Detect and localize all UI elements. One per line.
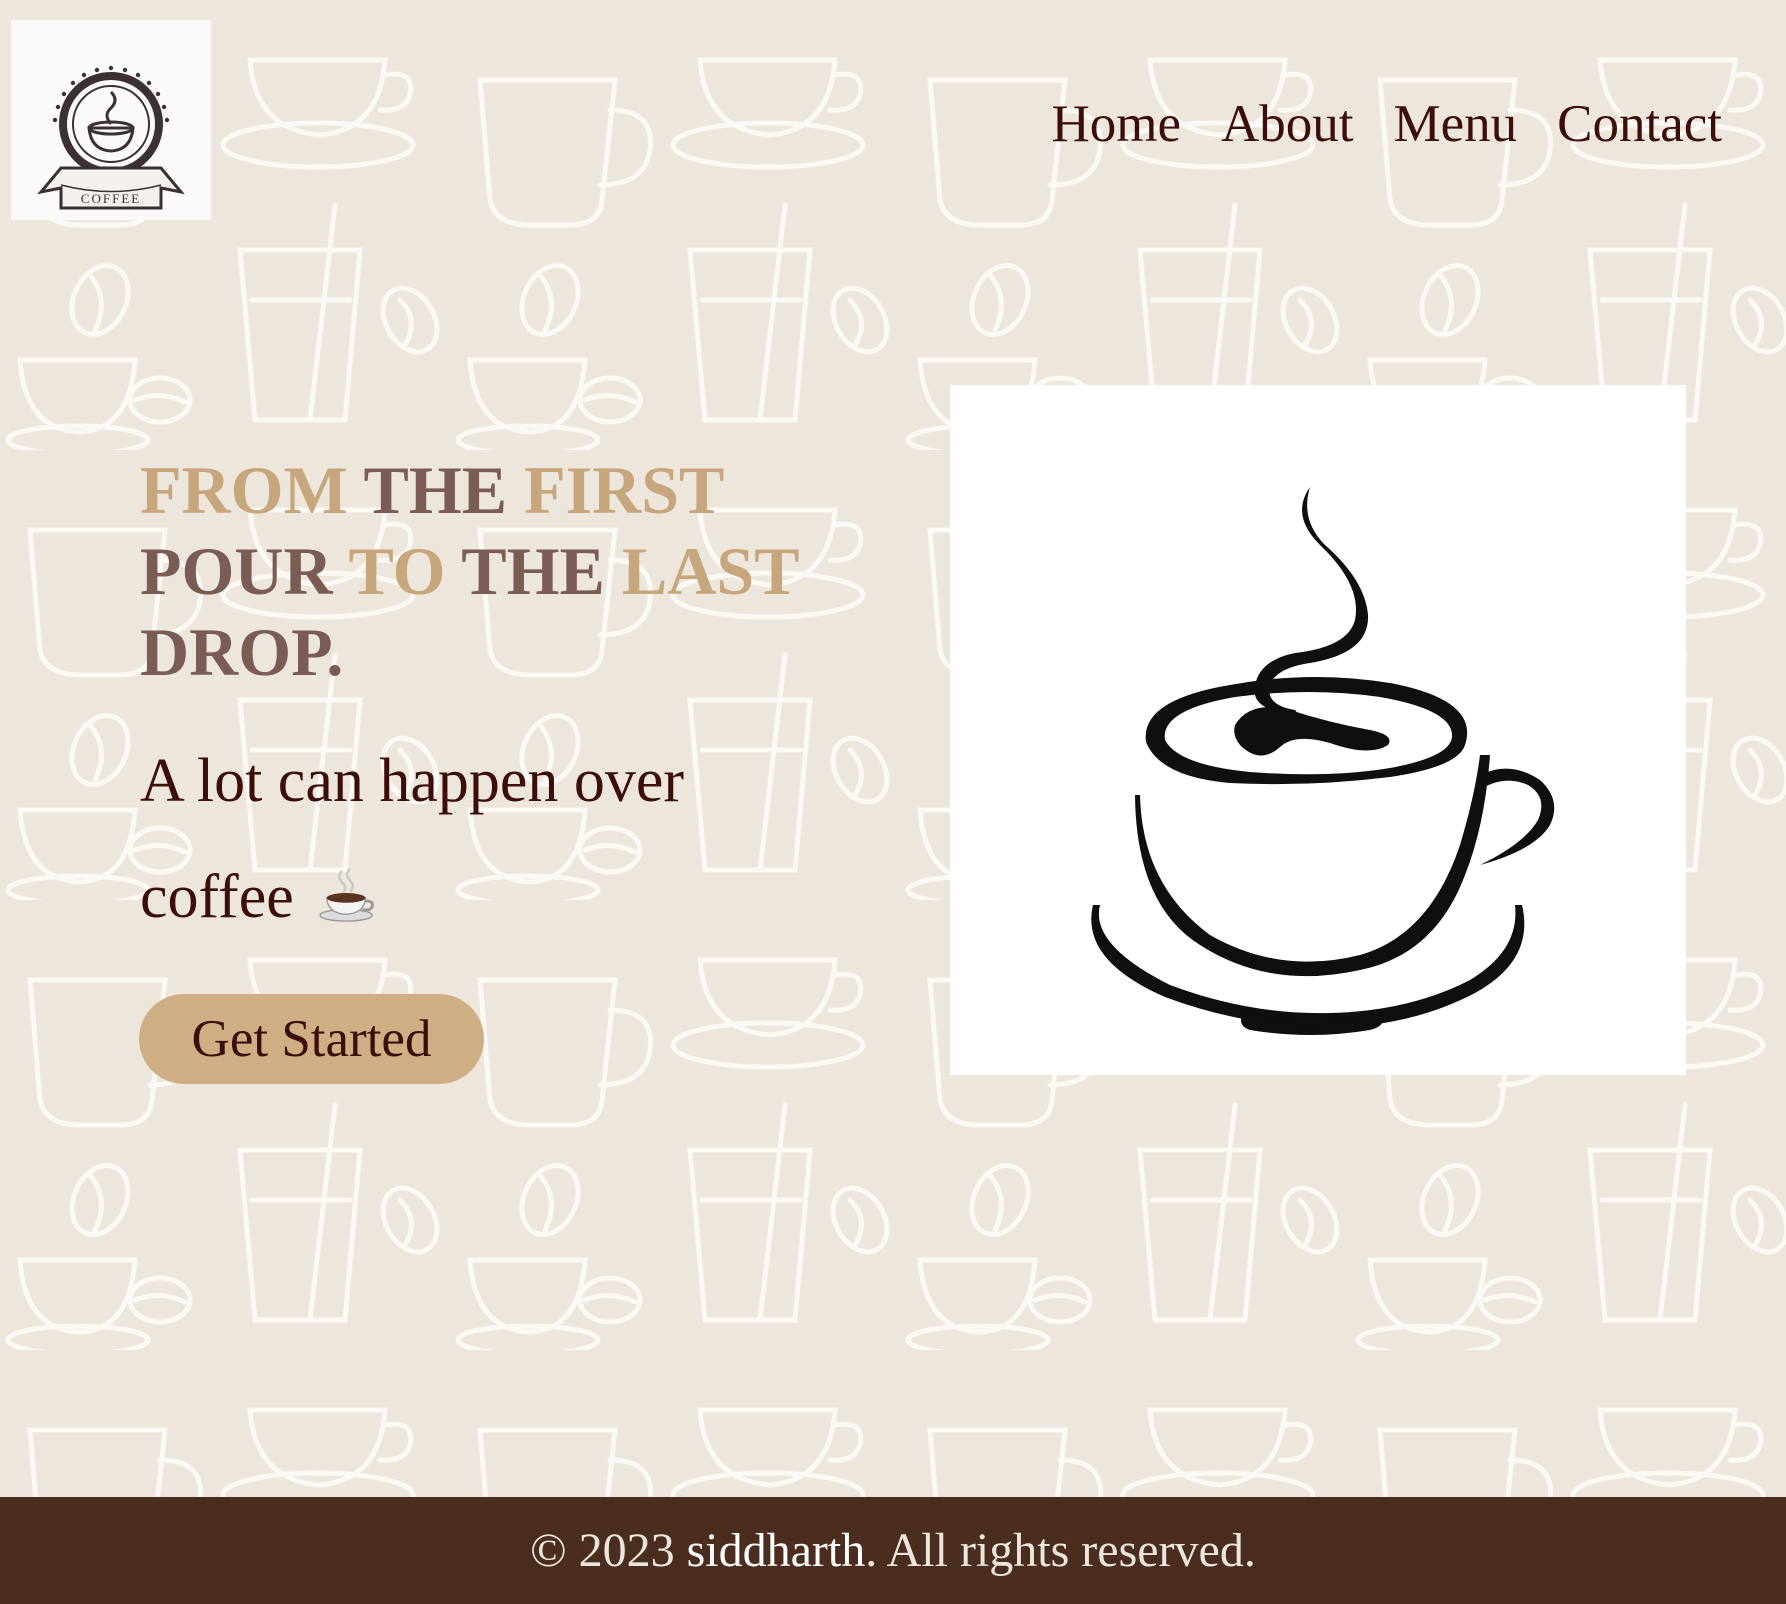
coffee-badge-logo-icon: COFFEE — [37, 65, 185, 210]
page-body: COFFEE Home About Menu Contact FROM THE … — [0, 0, 1786, 1497]
hero-headline: FROM THE FIRST POUR TO THE LAST DROP. — [140, 450, 900, 693]
get-started-button[interactable]: Get Started — [139, 994, 484, 1084]
nav-link-menu[interactable]: Menu — [1393, 92, 1517, 156]
svg-text:COFFEE: COFFEE — [81, 191, 141, 206]
hero-section: FROM THE FIRST POUR TO THE LAST DROP. A … — [140, 450, 900, 955]
headline-word: LAST — [621, 533, 800, 609]
hot-beverage-icon — [319, 868, 375, 922]
headline-word: FROM — [140, 452, 348, 528]
nav-link-home[interactable]: Home — [1051, 92, 1181, 156]
tagline-text: A lot can happen over coffee — [140, 747, 685, 931]
headline-word: TO — [348, 533, 446, 609]
coffee-cup-icon — [1091, 487, 1555, 1035]
copyright-suffix: . All rights reserved. — [865, 1524, 1256, 1577]
headline-word: FIRST — [524, 452, 725, 528]
hero-illustration — [950, 385, 1686, 1075]
headline-word: THE — [363, 452, 508, 528]
headline-word: POUR — [140, 533, 333, 609]
hero-tagline: A lot can happen over coffee — [140, 723, 840, 955]
copyright-prefix: © 2023 — [530, 1524, 675, 1577]
site-footer: © 2023 siddharth. All rights reserved. — [0, 1497, 1786, 1604]
main-nav: Home About Menu Contact — [1051, 92, 1722, 156]
headline-word: DROP. — [140, 614, 344, 690]
headline-word: THE — [461, 533, 605, 609]
nav-link-contact[interactable]: Contact — [1557, 92, 1722, 156]
nav-link-about[interactable]: About — [1221, 92, 1354, 156]
copyright-text: © 2023 siddharth. All rights reserved. — [530, 1497, 1256, 1604]
author-name: siddharth — [686, 1524, 866, 1577]
logo[interactable]: COFFEE — [11, 20, 211, 220]
